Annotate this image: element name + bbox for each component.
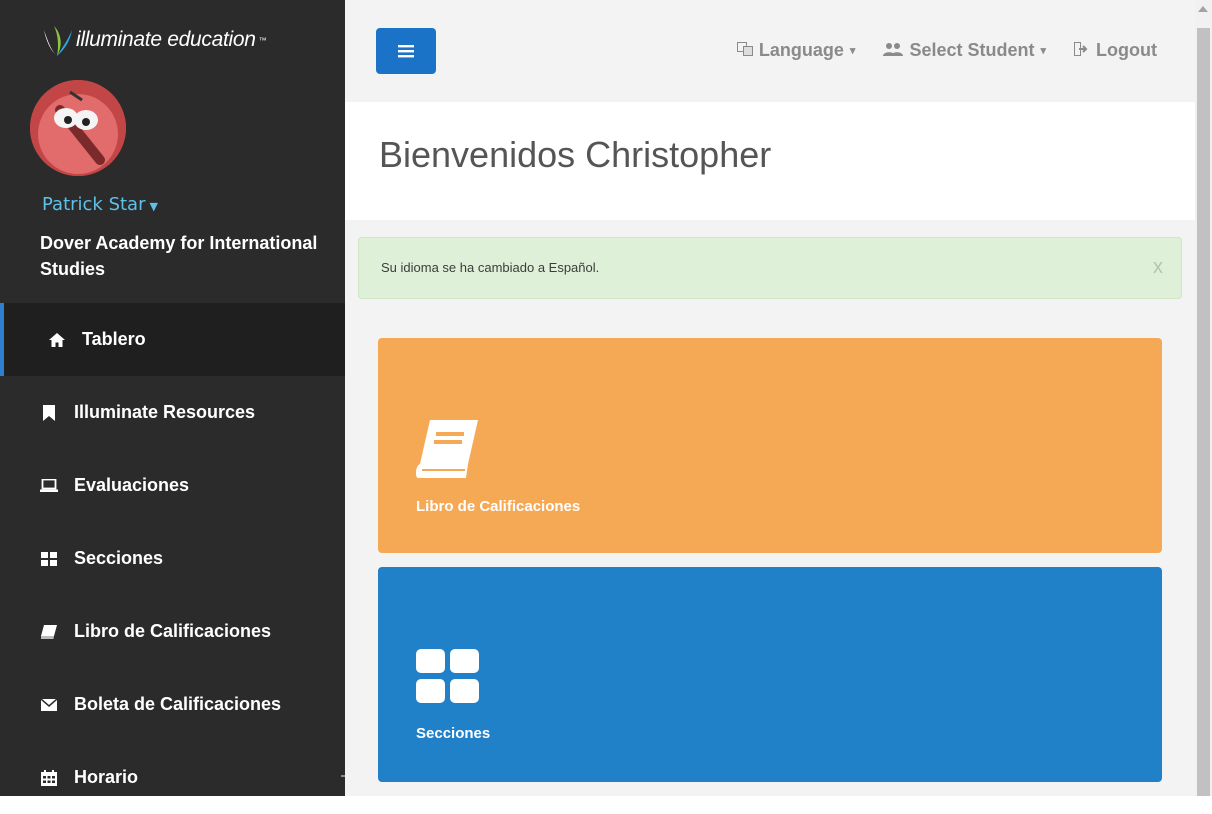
- caret-down-icon: ▾: [849, 45, 856, 57]
- select-student-label: Select Student: [909, 40, 1035, 60]
- book-icon: [416, 420, 478, 478]
- tile-label: Libro de Calificaciones: [416, 498, 581, 515]
- alert-message: Su idioma se ha cambiado a Español.: [381, 260, 600, 275]
- school-name: Dover Academy for International Studies: [40, 233, 318, 279]
- home-icon: [48, 331, 66, 349]
- scrollbar-thumb[interactable]: [1197, 28, 1210, 796]
- tile-libro-de-calificaciones[interactable]: Libro de Calificaciones: [378, 338, 1162, 553]
- sidebar-item-label: Illuminate Resources: [74, 402, 256, 422]
- sidebar-item-label: Evaluaciones: [74, 475, 190, 495]
- sidebar-item-secciones[interactable]: Secciones: [0, 522, 345, 595]
- sidebar-nav: Tablero Illuminate Resources Evaluacione…: [0, 303, 345, 814]
- top-navbar: Language ▾ Select Student ▾ Logout: [345, 0, 1195, 102]
- grid-icon: [416, 649, 479, 703]
- avatar-image: [30, 80, 126, 176]
- language-dropdown[interactable]: Language ▾: [736, 40, 856, 61]
- language-icon: [736, 40, 753, 61]
- users-icon: [883, 40, 904, 61]
- user-name: Patrick Star: [42, 194, 146, 215]
- sidebar-item-label: Boleta de Calificaciones: [74, 694, 282, 714]
- close-icon[interactable]: x: [1153, 256, 1163, 279]
- bookmark-icon: [40, 404, 58, 422]
- grid-icon: [40, 550, 58, 568]
- main-content: Language ▾ Select Student ▾ Logout Bienven…: [345, 0, 1195, 796]
- sidebar-item-tablero[interactable]: Tablero: [0, 303, 345, 376]
- menu-toggle-button[interactable]: [376, 28, 436, 74]
- select-student-dropdown[interactable]: Select Student ▾: [883, 40, 1046, 61]
- sidebar: illuminate education ™ Patrick Star ▼ Dov…: [0, 0, 345, 796]
- calendar-icon: [40, 769, 58, 787]
- sidebar-item-libro-de-calificaciones[interactable]: Libro de Calificaciones: [0, 595, 345, 668]
- sidebar-item-illuminate-resources[interactable]: Illuminate Resources: [0, 376, 345, 449]
- sidebar-item-label: Tablero: [82, 329, 146, 349]
- book-icon: [40, 623, 58, 641]
- envelope-icon: [40, 696, 58, 714]
- scroll-up-arrow-icon[interactable]: [1198, 6, 1208, 12]
- laptop-icon: [40, 477, 58, 495]
- page-title: Bienvenidos Christopher: [379, 134, 772, 175]
- logout-label: Logout: [1096, 40, 1157, 60]
- illuminate-logo-icon: [44, 26, 72, 56]
- caret-down-icon: ▾: [1040, 45, 1047, 57]
- hamburger-icon: [398, 45, 414, 58]
- tile-secciones[interactable]: Secciones: [378, 567, 1162, 782]
- page-scrollbar[interactable]: [1195, 0, 1212, 796]
- language-label: Language: [758, 40, 844, 60]
- caret-down-icon: ▼: [149, 200, 158, 213]
- brand-trademark: ™: [258, 35, 267, 45]
- logout-icon: [1074, 40, 1090, 61]
- brand-logo[interactable]: illuminate education ™: [40, 22, 267, 58]
- sidebar-item-boleta-de-calificaciones[interactable]: Boleta de Calificaciones: [0, 668, 345, 741]
- avatar[interactable]: [30, 80, 126, 176]
- top-links: Language ▾ Select Student ▾ Logout: [736, 40, 1157, 61]
- tile-label: Secciones: [416, 725, 491, 742]
- alert-success: Su idioma se ha cambiado a Español. x: [358, 237, 1182, 299]
- logout-link[interactable]: Logout: [1074, 40, 1157, 61]
- brand-name: illuminate education: [76, 28, 256, 51]
- sidebar-item-horario[interactable]: Horario: [0, 741, 345, 814]
- sidebar-item-label: Secciones: [74, 548, 164, 568]
- sidebar-item-label: Horario: [74, 767, 139, 787]
- sidebar-item-evaluaciones[interactable]: Evaluaciones: [0, 449, 345, 522]
- sidebar-item-label: Libro de Calificaciones: [74, 621, 272, 641]
- user-menu-toggle[interactable]: Patrick Star ▼: [42, 194, 158, 215]
- page-header: Bienvenidos Christopher: [345, 102, 1195, 220]
